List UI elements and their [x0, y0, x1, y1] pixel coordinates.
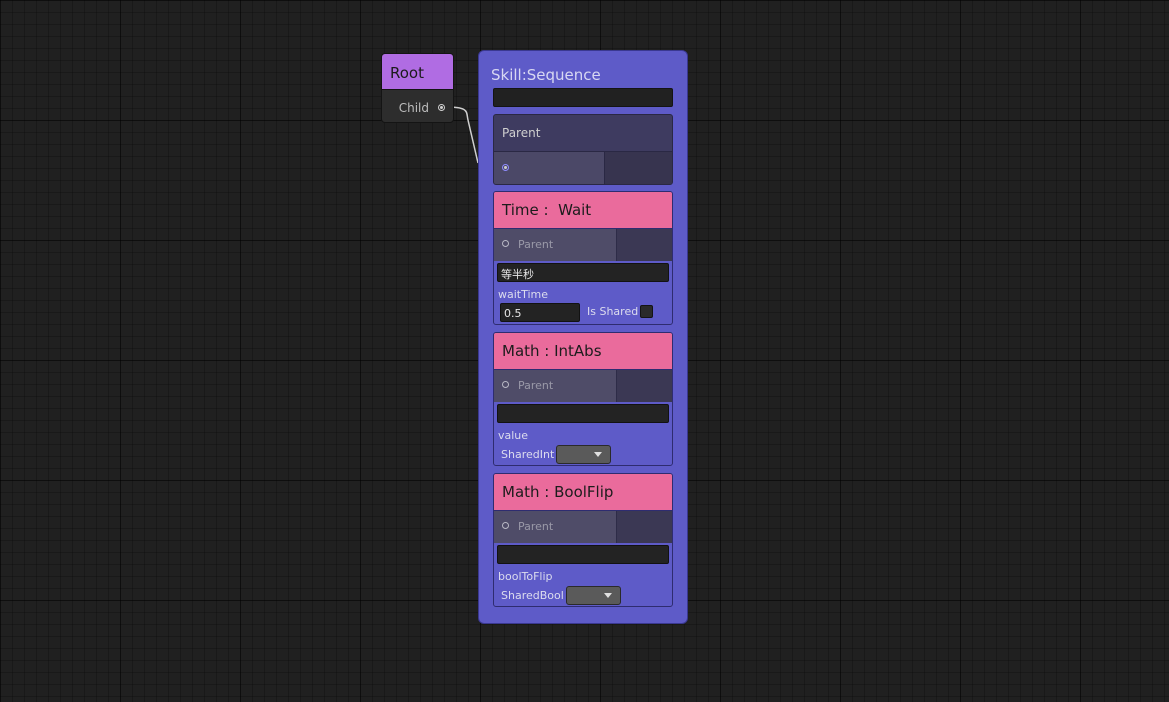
root-child-port-label: Child [398, 101, 429, 115]
sequence-parent-row-right [604, 151, 672, 184]
task-parent-right [616, 370, 672, 402]
sequence-name-input[interactable] [493, 88, 673, 107]
wait-time-label: waitTime [498, 288, 549, 301]
bool-to-flip-label: boolToFlip [498, 570, 553, 583]
sequence-node[interactable]: Skill:Sequence Parent Time : Wait Parent… [478, 50, 688, 624]
task-title: Math : BoolFlip [494, 474, 672, 511]
task-parent-label: Parent [518, 520, 554, 533]
dropdown-caret-icon [604, 593, 612, 598]
checkbox-icon[interactable] [640, 305, 653, 318]
sequence-node-title: Skill:Sequence [491, 66, 601, 84]
task-parent-left [494, 229, 616, 261]
port-output-icon[interactable] [438, 104, 445, 111]
task-comment-input[interactable]: 等半秒 [497, 263, 669, 282]
task-parent-right [616, 511, 672, 543]
task-parent-left [494, 511, 616, 543]
wait-time-input[interactable]: 0.5 [500, 303, 580, 322]
task-title: Time : Wait [494, 192, 672, 229]
port-input-icon[interactable] [502, 381, 509, 388]
shared-int-label: SharedInt [501, 448, 555, 461]
task-parent-port[interactable]: Parent [494, 511, 672, 543]
port-input-icon[interactable] [502, 240, 509, 247]
task-parent-right [616, 229, 672, 261]
shared-bool-label: SharedBool [501, 589, 564, 602]
sequence-parent-row [494, 151, 604, 184]
port-input-icon[interactable] [502, 522, 509, 529]
root-child-port[interactable]: Child [382, 98, 453, 118]
task-comment-input[interactable] [497, 545, 669, 564]
sequence-parent-label: Parent [502, 126, 541, 140]
root-node[interactable]: Root Child [381, 53, 454, 123]
task-parent-label: Parent [518, 379, 554, 392]
value-label: value [498, 429, 529, 442]
task-parent-port[interactable]: Parent [494, 370, 672, 402]
task-title: Math : IntAbs [494, 333, 672, 370]
shared-bool-dropdown[interactable] [566, 586, 621, 605]
task-node-boolflip[interactable]: Math : BoolFlip Parent boolToFlip Shared… [493, 473, 673, 607]
root-node-title: Root [382, 54, 453, 90]
task-node-wait[interactable]: Time : Wait Parent 等半秒 waitTime 0.5 Is S… [493, 191, 673, 325]
task-comment-input[interactable] [497, 404, 669, 423]
shared-int-dropdown[interactable] [556, 445, 611, 464]
task-parent-label: Parent [518, 238, 554, 251]
task-parent-port[interactable]: Parent [494, 229, 672, 261]
task-parent-left [494, 370, 616, 402]
dropdown-caret-icon [594, 452, 602, 457]
port-input-icon[interactable] [502, 164, 509, 171]
sequence-parent-port[interactable]: Parent [493, 114, 673, 185]
is-shared-label: Is Shared [587, 305, 639, 318]
task-node-intabs[interactable]: Math : IntAbs Parent value SharedInt [493, 332, 673, 466]
